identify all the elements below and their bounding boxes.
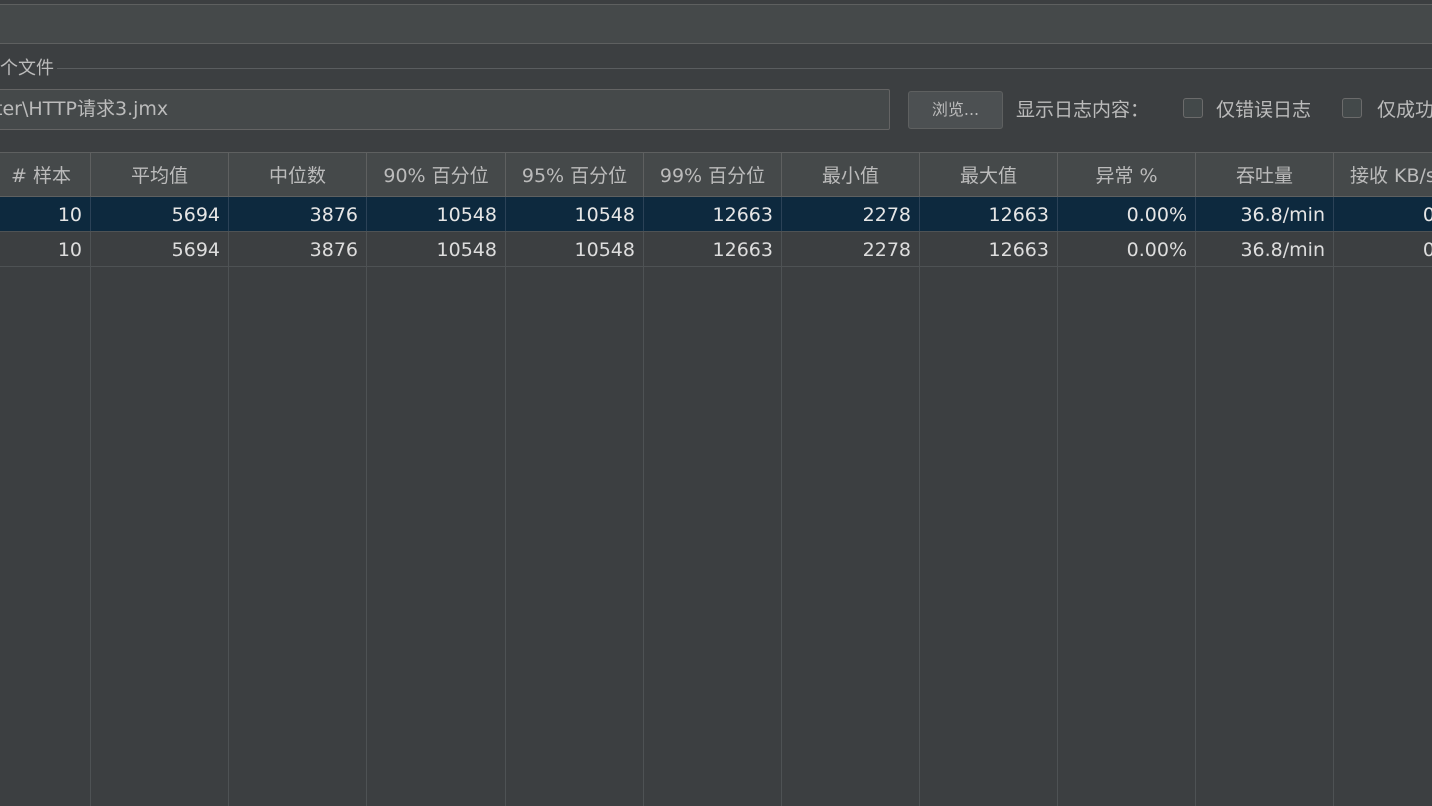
column-divider xyxy=(919,267,920,806)
column-divider xyxy=(781,267,782,806)
browse-button[interactable]: 浏览... xyxy=(908,91,1003,129)
column-divider xyxy=(1057,267,1058,806)
filename-input[interactable]: ter\HTTP请求3.jmx xyxy=(0,89,890,130)
table-cell: 3876 xyxy=(229,197,367,231)
success-only-checkbox[interactable] xyxy=(1342,98,1362,118)
table-cell: 10548 xyxy=(506,232,644,266)
column-header[interactable]: 95% 百分位 xyxy=(506,153,644,197)
column-divider xyxy=(228,267,229,806)
column-header[interactable]: 最大值 xyxy=(920,153,1058,197)
column-divider xyxy=(1195,267,1196,806)
table-cell: 0 xyxy=(1334,232,1432,266)
table-header: # 样本 平均值 中位数 90% 百分位 95% 百分位 99% 百分位 最小值… xyxy=(0,152,1432,197)
table-row[interactable]: 10 5694 3876 10548 10548 12663 2278 1266… xyxy=(0,232,1432,267)
table-cell: 5694 xyxy=(91,197,229,231)
comment-field[interactable] xyxy=(0,5,1432,44)
table-cell: 10548 xyxy=(367,197,506,231)
table-cell: 12663 xyxy=(644,232,782,266)
table-cell: 10548 xyxy=(506,197,644,231)
column-header[interactable]: 吞吐量 xyxy=(1196,153,1334,197)
column-divider xyxy=(505,267,506,806)
table-cell: 5694 xyxy=(91,232,229,266)
column-divider xyxy=(366,267,367,806)
column-header[interactable]: 平均值 xyxy=(91,153,229,197)
table-cell: 0.00% xyxy=(1058,232,1196,266)
file-group-legend: 个文件 xyxy=(0,58,54,79)
success-only-label: 仅成功 xyxy=(1377,99,1432,121)
table-cell: 3876 xyxy=(229,232,367,266)
errors-only-label: 仅错误日志 xyxy=(1216,99,1312,121)
column-header[interactable]: 90% 百分位 xyxy=(367,153,506,197)
aggregate-report-panel: 个文件 ter\HTTP请求3.jmx 浏览... 显示日志内容： 仅错误日志 … xyxy=(0,0,1432,806)
table-cell: 0 xyxy=(1334,197,1432,231)
file-group-border xyxy=(57,68,1432,69)
table-cell: 12663 xyxy=(644,197,782,231)
column-header[interactable]: 最小值 xyxy=(782,153,920,197)
table-cell: 10 xyxy=(0,232,91,266)
table-row[interactable]: 10 5694 3876 10548 10548 12663 2278 1266… xyxy=(0,197,1432,232)
errors-only-checkbox[interactable] xyxy=(1183,98,1203,118)
column-header[interactable]: 接收 KB/s xyxy=(1334,153,1432,197)
table-cell: 12663 xyxy=(920,197,1058,231)
table-cell: 10 xyxy=(0,197,91,231)
results-table: # 样本 平均值 中位数 90% 百分位 95% 百分位 99% 百分位 最小值… xyxy=(0,152,1432,806)
table-cell: 2278 xyxy=(782,197,920,231)
table-cell: 36.8/min xyxy=(1196,197,1334,231)
table-cell: 0.00% xyxy=(1058,197,1196,231)
column-divider xyxy=(1333,267,1334,806)
column-divider xyxy=(643,267,644,806)
column-header[interactable]: 异常 % xyxy=(1058,153,1196,197)
table-cell: 36.8/min xyxy=(1196,232,1334,266)
column-divider xyxy=(90,267,91,806)
column-header[interactable]: 中位数 xyxy=(229,153,367,197)
filename-value: ter\HTTP请求3.jmx xyxy=(0,98,169,120)
table-cell: 2278 xyxy=(782,232,920,266)
column-header[interactable]: 99% 百分位 xyxy=(644,153,782,197)
table-cell: 12663 xyxy=(920,232,1058,266)
log-content-label: 显示日志内容： xyxy=(1016,99,1150,121)
column-header[interactable]: # 样本 xyxy=(0,153,91,197)
table-cell: 10548 xyxy=(367,232,506,266)
